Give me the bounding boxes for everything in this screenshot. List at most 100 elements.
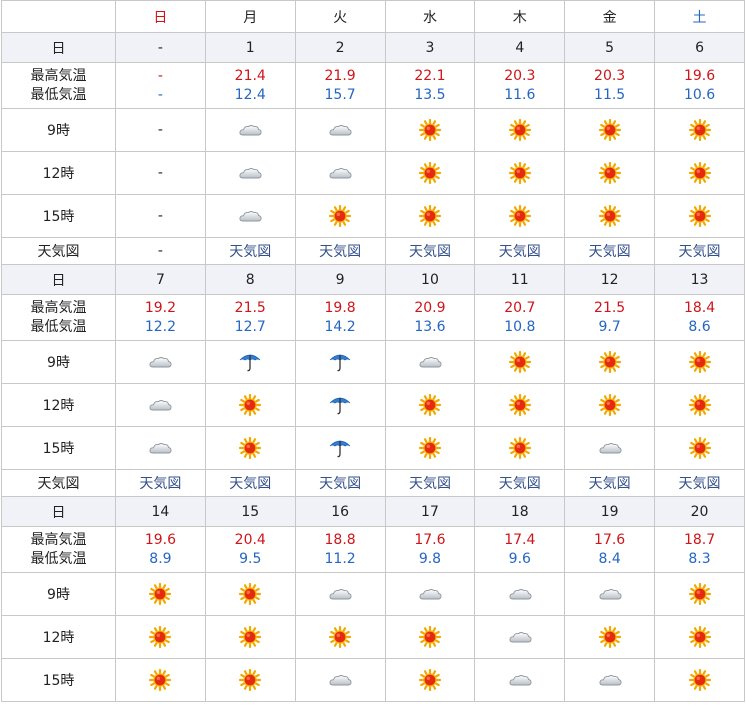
high-temp: 18.7 xyxy=(683,531,716,548)
temperature-cell: 21.5 9.7 xyxy=(564,294,656,341)
forecast-cell xyxy=(115,383,206,427)
weather-map-link[interactable]: 天気図 xyxy=(589,244,631,260)
cloud-icon xyxy=(328,119,352,141)
forecast-cell xyxy=(204,658,296,702)
weather-map-cell[interactable]: 天気図 xyxy=(564,237,656,265)
forecast-cell xyxy=(654,615,745,659)
weather-map-cell[interactable]: 天気図 xyxy=(294,237,386,265)
forecast-cell xyxy=(654,340,745,384)
weekday-wed: 水 xyxy=(384,0,476,33)
cloud-icon xyxy=(328,162,352,184)
high-temp: 21.5 xyxy=(234,299,266,316)
cloud-icon xyxy=(148,394,172,416)
temperature-cell: 19.6 10.6 xyxy=(654,62,745,109)
sun-icon xyxy=(688,351,712,373)
forecast-cell xyxy=(115,615,206,659)
date-number: 2 xyxy=(335,39,345,56)
temperature-cell: 18.4 8.6 xyxy=(654,294,745,341)
forecast-cell xyxy=(384,340,476,384)
weather-map-cell[interactable]: 天気図 xyxy=(654,237,745,265)
cloud-icon xyxy=(328,669,352,691)
date-number: 17 xyxy=(421,503,439,520)
sun-icon xyxy=(598,394,622,416)
empty-value: - xyxy=(157,122,163,138)
date-row: 日 7 8 9 10 11 12 13 xyxy=(1,264,745,295)
date-number: 10 xyxy=(421,271,439,288)
forecast-cell xyxy=(654,658,745,702)
sun-icon xyxy=(508,351,532,373)
weather-map-cell[interactable]: 天気図 xyxy=(384,237,476,265)
weather-map-link[interactable]: 天気図 xyxy=(499,476,541,492)
date-cell: 11 xyxy=(474,264,566,295)
weather-map-cell[interactable]: 天気図 xyxy=(384,469,476,497)
sun-icon xyxy=(238,583,262,605)
time-label: 9時 xyxy=(47,123,70,139)
row-label-time: 12時 xyxy=(1,383,116,427)
weather-map-cell[interactable]: 天気図 xyxy=(204,237,296,265)
row-label: 日 xyxy=(51,40,66,57)
weather-map-link[interactable]: 天気図 xyxy=(229,476,271,492)
cloud-icon xyxy=(238,205,262,227)
high-temp: 20.7 xyxy=(504,299,536,316)
high-temp: 21.9 xyxy=(324,67,356,84)
cloud-icon xyxy=(148,437,172,459)
weather-map-link[interactable]: 天気図 xyxy=(679,244,721,260)
weather-map-link[interactable]: 天気図 xyxy=(589,476,631,492)
high-temp: 20.4 xyxy=(234,531,266,548)
forecast-row-t15: 15時 - xyxy=(1,194,745,238)
forecast-cell xyxy=(384,658,476,702)
date-number: 13 xyxy=(690,271,709,288)
date-cell: 20 xyxy=(654,496,745,527)
weather-map-cell[interactable]: 天気図 xyxy=(204,469,296,497)
sun-icon xyxy=(688,162,712,184)
date-cell: 17 xyxy=(384,496,476,527)
sun-icon xyxy=(328,205,352,227)
forecast-cell xyxy=(115,658,206,702)
weather-map-cell[interactable]: 天気図 xyxy=(654,469,745,497)
weather-map-link[interactable]: 天気図 xyxy=(409,476,451,492)
row-label-day: 日 xyxy=(1,264,116,295)
weather-map-cell[interactable]: 天気図 xyxy=(115,469,206,497)
weather-map-cell[interactable]: 天気図 xyxy=(474,237,566,265)
date-number: 14 xyxy=(151,503,170,520)
forecast-cell xyxy=(204,151,296,195)
date-number: 7 xyxy=(155,271,165,288)
weather-map-cell[interactable]: 天気図 xyxy=(294,469,386,497)
forecast-cell xyxy=(294,340,386,384)
weather-map-cell[interactable]: 天気図 xyxy=(474,469,566,497)
forecast-cell xyxy=(294,658,386,702)
weather-map-link[interactable]: 天気図 xyxy=(319,476,361,492)
sun-icon xyxy=(418,205,442,227)
forecast-cell xyxy=(474,658,566,702)
row-label: 日 xyxy=(51,272,66,289)
weekday-thu: 木 xyxy=(474,0,566,33)
time-label: 15時 xyxy=(42,441,75,457)
date-number: 15 xyxy=(241,503,260,520)
sun-icon xyxy=(238,626,262,648)
weekday-label: 土 xyxy=(692,9,707,26)
weather-map-link[interactable]: 天気図 xyxy=(409,244,451,260)
temperature-cell: 19.2 12.2 xyxy=(115,294,206,341)
weather-map-link[interactable]: 天気図 xyxy=(319,244,361,260)
temperature-cell: 20.7 10.8 xyxy=(474,294,566,341)
forecast-cell xyxy=(654,383,745,427)
temperature-cell: 17.6 9.8 xyxy=(384,526,476,573)
sun-icon xyxy=(688,394,712,416)
forecast-cell xyxy=(384,108,476,152)
weather-map-link[interactable]: 天気図 xyxy=(139,476,181,492)
forecast-cell xyxy=(474,572,566,616)
weekday-label: 月 xyxy=(243,9,258,26)
weather-map-link[interactable]: 天気図 xyxy=(679,476,721,492)
row-label-temperature: 最高気温 最低気温 xyxy=(1,526,116,573)
temperature-cell: 19.8 14.2 xyxy=(294,294,386,341)
sun-icon xyxy=(418,669,442,691)
weather-map-cell[interactable]: 天気図 xyxy=(564,469,656,497)
forecast-cell xyxy=(294,572,386,616)
weather-map-link[interactable]: 天気図 xyxy=(499,244,541,260)
temperature-cell: 21.5 12.7 xyxy=(204,294,296,341)
row-label-time: 9時 xyxy=(1,340,116,384)
weather-map-link[interactable]: 天気図 xyxy=(229,244,271,260)
low-temp: 10.6 xyxy=(683,86,716,103)
date-number: 4 xyxy=(515,39,525,56)
umbrella-rain-icon xyxy=(328,394,352,416)
